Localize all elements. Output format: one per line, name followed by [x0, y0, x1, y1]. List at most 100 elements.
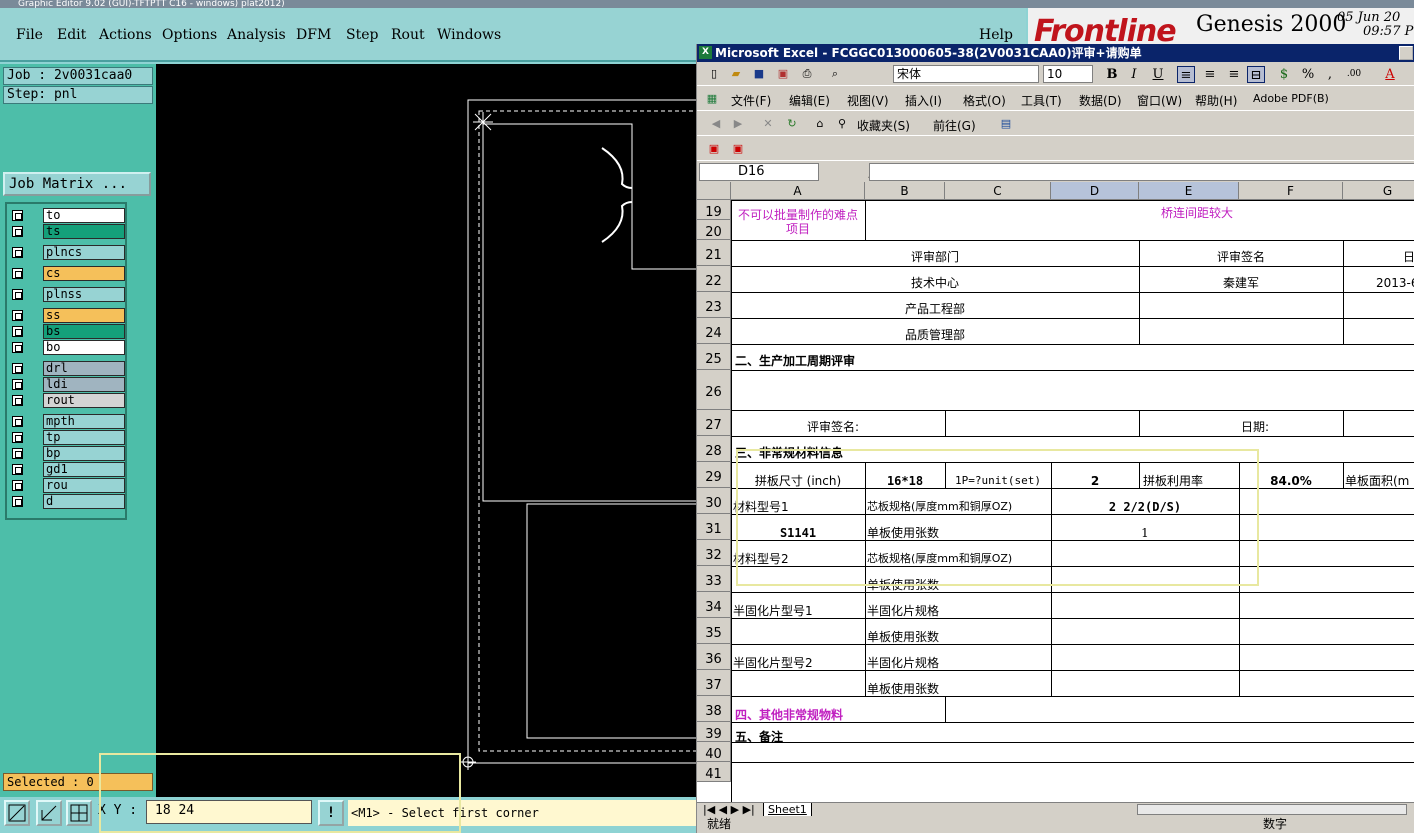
pdf-mail-icon[interactable]: ▣ — [731, 142, 745, 156]
layer-row-bp[interactable]: bp — [9, 446, 127, 461]
zoom-fit-icon[interactable] — [4, 800, 30, 826]
col-header-d[interactable]: D — [1051, 182, 1139, 200]
graphic-canvas[interactable] — [156, 64, 696, 797]
xmenu-view[interactable]: 视图(V) — [847, 92, 889, 109]
tab-sheet1[interactable]: Sheet1 — [763, 803, 812, 817]
layer-checkbox[interactable] — [12, 326, 23, 337]
layer-row-drl[interactable]: drl — [9, 361, 127, 376]
minimize-icon[interactable] — [1399, 46, 1413, 60]
xmenu-edit[interactable]: 编辑(E) — [789, 92, 830, 109]
cell-c29[interactable]: 1P=?unit(set) — [945, 474, 1051, 487]
xmenu-help[interactable]: 帮助(H) — [1195, 92, 1237, 109]
xmenu-data[interactable]: 数据(D) — [1079, 92, 1122, 109]
col-header-c[interactable]: C — [945, 182, 1051, 200]
cell-b19[interactable]: 桥连间距较大 — [1067, 206, 1327, 220]
layer-checkbox[interactable] — [12, 480, 23, 491]
row-header-23[interactable]: 23 — [697, 292, 731, 318]
xy-input[interactable]: 18 24 — [146, 800, 312, 824]
layer-row-cs[interactable]: cs — [9, 266, 127, 281]
menu-actions[interactable]: Actions — [99, 27, 152, 43]
cell-b35[interactable]: 单板使用张数 — [867, 630, 939, 644]
show-web-toolbar-icon[interactable]: ▤ — [999, 117, 1013, 131]
menu-file[interactable]: File — [16, 27, 43, 43]
layer-checkbox[interactable] — [12, 247, 23, 258]
layer-checkbox[interactable] — [12, 416, 23, 427]
layer-name[interactable]: rout — [43, 393, 125, 408]
row-header-38[interactable]: 38 — [697, 696, 731, 722]
layer-row-plnss[interactable]: plnss — [9, 287, 127, 302]
row-header-40[interactable]: 40 — [697, 742, 731, 762]
font-name-select[interactable]: 宋体 — [893, 65, 1039, 83]
xmenu-tools[interactable]: 工具(T) — [1021, 92, 1062, 109]
layer-name[interactable]: bo — [43, 340, 125, 355]
layer-checkbox[interactable] — [12, 496, 23, 507]
layer-name[interactable]: gd1 — [43, 462, 125, 477]
row-header-30[interactable]: 30 — [697, 488, 731, 514]
menu-step[interactable]: Step — [346, 27, 378, 43]
layer-row-rou[interactable]: rou — [9, 478, 127, 493]
cell-e21[interactable]: 评审签名 — [1139, 250, 1343, 264]
layer-name[interactable]: d — [43, 494, 125, 509]
row-header-22[interactable]: 22 — [697, 266, 731, 292]
row-header-33[interactable]: 33 — [697, 566, 731, 592]
underline-button[interactable]: U — [1149, 66, 1167, 83]
zoom-area-icon[interactable] — [36, 800, 62, 826]
cell-a28[interactable]: 三、非常规材料信息 — [735, 446, 843, 460]
cell-a22[interactable]: 技术中心 — [731, 276, 1139, 290]
job-matrix-button[interactable]: Job Matrix ... — [3, 172, 151, 196]
currency-icon[interactable]: $ — [1275, 66, 1293, 83]
layer-row-gd1[interactable]: gd1 — [9, 462, 127, 477]
layer-row-tp[interactable]: tp — [9, 430, 127, 445]
layer-name[interactable]: cs — [43, 266, 125, 281]
merge-center-icon[interactable]: ⊟ — [1247, 66, 1265, 83]
layer-row-ldi[interactable]: ldi — [9, 377, 127, 392]
permission-icon[interactable]: ▣ — [776, 67, 790, 81]
percent-icon[interactable]: % — [1299, 66, 1317, 83]
xmenu-window[interactable]: 窗口(W) — [1137, 92, 1182, 109]
comma-icon[interactable]: , — [1321, 66, 1339, 83]
cell-b32[interactable]: 芯板规格(厚度mm和铜厚OZ) — [867, 552, 1012, 565]
col-header-e[interactable]: E — [1139, 182, 1239, 200]
cell-b36[interactable]: 半固化片规格 — [867, 656, 939, 670]
layer-name[interactable]: ldi — [43, 377, 125, 392]
cell-a38[interactable]: 四、其他非常规物料 — [735, 708, 843, 722]
cell-f29[interactable]: 84.0% — [1239, 474, 1343, 488]
menu-dfm[interactable]: DFM — [296, 27, 331, 43]
cell-e27[interactable]: 日期: — [1241, 420, 1269, 434]
layer-name[interactable]: mpth — [43, 414, 125, 429]
layer-checkbox[interactable] — [12, 210, 23, 221]
align-right-icon[interactable]: ≡ — [1225, 66, 1243, 83]
align-left-icon[interactable]: ≡ — [1177, 66, 1195, 83]
row-header-36[interactable]: 36 — [697, 644, 731, 670]
increase-decimal-icon[interactable]: .00 — [1345, 66, 1363, 83]
cell-b29[interactable]: 16*18 — [865, 474, 945, 488]
menu-options[interactable]: Options — [162, 27, 217, 43]
cell-a30[interactable]: 材料型号1 — [733, 500, 789, 514]
layer-row-bs[interactable]: bs — [9, 324, 127, 339]
menu-help[interactable]: Help — [979, 27, 1013, 43]
cell-a34[interactable]: 半固化片型号1 — [733, 604, 813, 618]
pdf-convert-icon[interactable]: ▣ — [707, 142, 721, 156]
row-header-28[interactable]: 28 — [697, 436, 731, 462]
xmenu-adobe-pdf[interactable]: Adobe PDF(B) — [1253, 92, 1329, 105]
layer-name[interactable]: bp — [43, 446, 125, 461]
cell-a27[interactable]: 评审签名: — [807, 420, 859, 434]
cell-g21[interactable]: 日 — [1403, 250, 1414, 264]
cell-a24[interactable]: 品质管理部 — [731, 328, 1139, 342]
cell-a39[interactable]: 五、备注 — [735, 730, 783, 744]
row-header-24[interactable]: 24 — [697, 318, 731, 344]
menu-analysis[interactable]: Analysis — [227, 27, 286, 43]
cell-a29[interactable]: 拼板尺寸 (inch) — [731, 474, 865, 488]
print-icon[interactable]: ⎙ — [800, 67, 814, 81]
cell-d30[interactable]: 2 2/2(D/S) — [1051, 500, 1239, 514]
cell-a23[interactable]: 产品工程部 — [731, 302, 1139, 316]
layer-row-ts[interactable]: ts — [9, 224, 127, 239]
search-icon[interactable]: ⚲ — [835, 117, 849, 131]
layer-checkbox[interactable] — [12, 432, 23, 443]
cell-b37[interactable]: 单板使用张数 — [867, 682, 939, 696]
cell-a19[interactable]: 不可以批量制作的难点项目 — [735, 208, 861, 237]
cell-a31[interactable]: S1141 — [731, 526, 865, 540]
layer-checkbox[interactable] — [12, 289, 23, 300]
row-header-19[interactable]: 19 — [697, 200, 731, 220]
name-box[interactable]: D16 — [699, 163, 819, 181]
